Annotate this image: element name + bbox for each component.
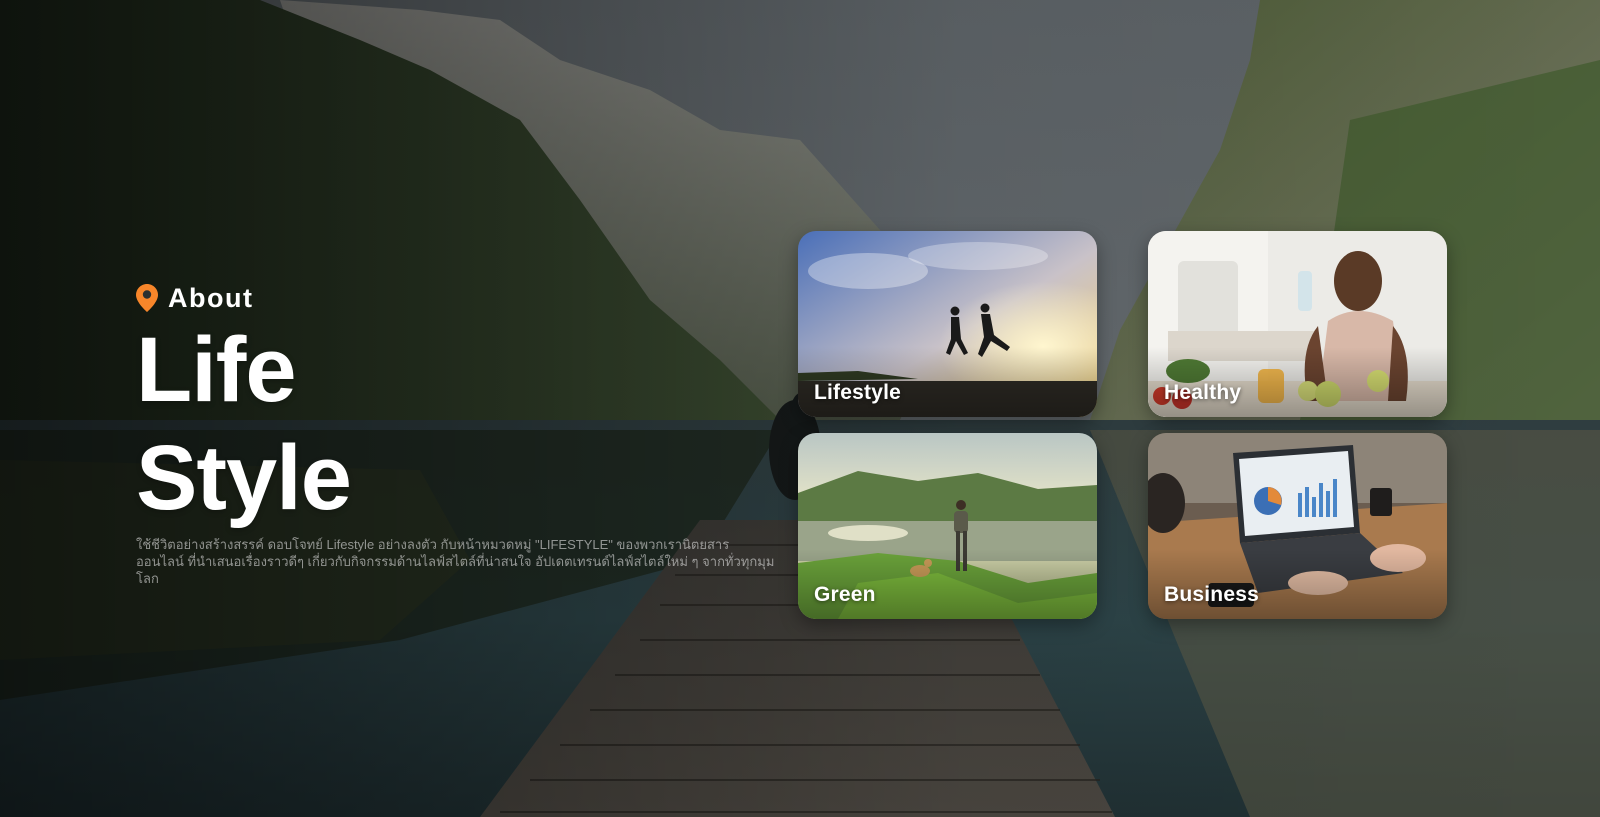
category-card-green[interactable]: Green xyxy=(798,433,1097,619)
category-card-business[interactable]: Business xyxy=(1148,433,1447,619)
category-label: Healthy xyxy=(1164,381,1242,404)
category-label: Business xyxy=(1164,583,1259,606)
category-card-lifestyle[interactable]: Lifestyle xyxy=(798,231,1097,417)
category-label: Lifestyle xyxy=(814,381,901,404)
about-eyebrow: About xyxy=(136,282,786,314)
about-label: About xyxy=(168,283,254,313)
about-section: About Life Style ใช้ชีวิตอย่างสร้างสรรค์… xyxy=(136,282,786,600)
location-pin-icon xyxy=(136,284,158,312)
category-grid: Lifestyle Healthy Green Business xyxy=(798,231,1448,619)
category-label: Green xyxy=(814,583,876,606)
page-title-line-1: Life xyxy=(136,319,297,421)
page-description: ใช้ชีวิตอย่างสร้างสรรค์ ดอบโจทย์ Lifesty… xyxy=(136,537,775,586)
page-title-line-2: Style xyxy=(136,427,352,529)
page-title: Life Style xyxy=(136,316,786,532)
category-card-healthy[interactable]: Healthy xyxy=(1148,231,1447,417)
